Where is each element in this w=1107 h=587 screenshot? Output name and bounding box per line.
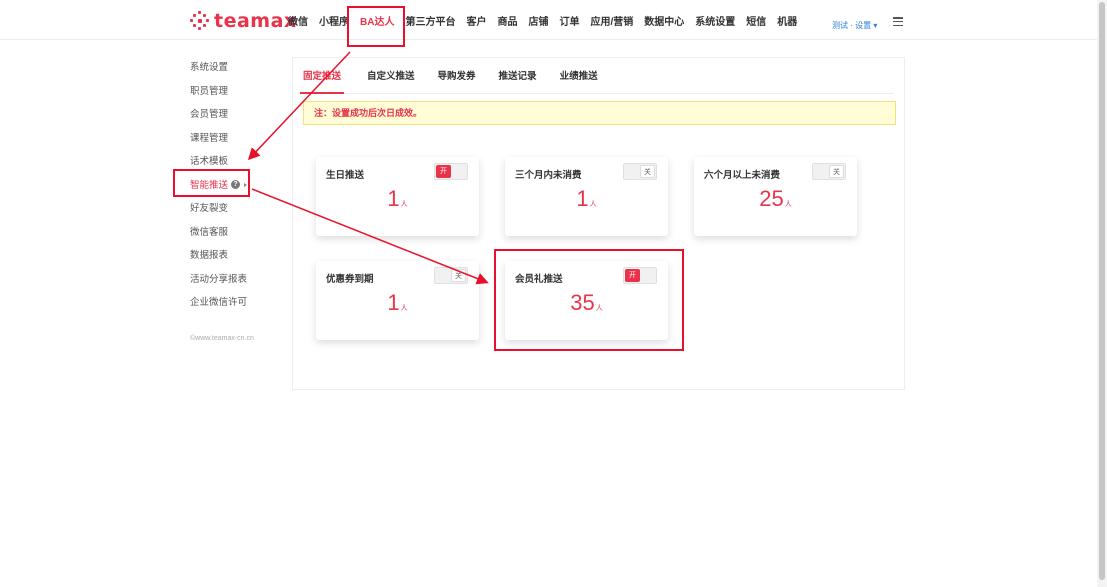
- user-settings-dropdown[interactable]: 测试 · 设置 ▾: [832, 20, 877, 31]
- sidebar-item-10[interactable]: 企业微信许可: [190, 293, 280, 317]
- count-unit: 人: [784, 201, 792, 208]
- tab-bar: 固定推送 自定义推送 导购发券 推送记录 业绩推送: [300, 70, 894, 94]
- sidebar-item-1[interactable]: 职员管理: [190, 82, 280, 106]
- scrollbar-thumb[interactable]: [1099, 2, 1105, 580]
- sidebar-item-label: 智能推送: [190, 179, 229, 191]
- sidebar-item-label: 好友裂变: [190, 203, 229, 214]
- nav-item-5[interactable]: 商品: [497, 13, 517, 28]
- push-toggle-switch[interactable]: 开: [623, 267, 657, 284]
- nav-item-6[interactable]: 店铺: [528, 13, 548, 28]
- tab-3[interactable]: 推送记录: [499, 70, 537, 94]
- logo[interactable]: teamax: [190, 10, 297, 32]
- push-toggle-switch[interactable]: 关: [812, 163, 846, 180]
- nav-item-11[interactable]: 短信: [746, 13, 766, 28]
- member-count: 1: [387, 290, 400, 315]
- nav-item-12[interactable]: 机器: [777, 13, 797, 28]
- main-nav: 微信 小程序 BA达人 第三方平台 客户 商品 店铺 订单 应用/营销 数据中心 系统设置 短信 机器: [288, 0, 808, 40]
- count-unit: 人: [400, 305, 408, 312]
- sidebar-item-9[interactable]: 活动分享报表: [190, 270, 280, 294]
- card-value: 1人: [316, 186, 479, 212]
- sidebar-item-4[interactable]: 话术模板: [190, 152, 280, 176]
- nav-item-7[interactable]: 订单: [559, 13, 579, 28]
- push-toggle-switch[interactable]: 关: [434, 267, 468, 284]
- push-card: 会员礼推送 开 35人: [505, 261, 668, 340]
- sidebar-item-label: 会员管理: [190, 109, 229, 120]
- scrollbar[interactable]: [1097, 0, 1107, 587]
- push-card: 六个月以上未消费 关 25人: [694, 157, 857, 236]
- help-icon[interactable]: ?: [231, 180, 241, 190]
- logo-text: teamax: [214, 10, 297, 32]
- notice-banner: 注：设置成功后次日成效。: [303, 101, 896, 125]
- tab-4[interactable]: 业绩推送: [560, 70, 598, 94]
- nav-item-10[interactable]: 系统设置: [695, 13, 735, 28]
- nav-item-8[interactable]: 应用/营销: [590, 13, 633, 28]
- push-toggle-switch[interactable]: 关: [623, 163, 657, 180]
- member-count: 1: [576, 186, 589, 211]
- card-value: 35人: [505, 290, 668, 316]
- sidebar-item-8[interactable]: 数据报表: [190, 246, 280, 270]
- nav-item-4[interactable]: 客户: [466, 13, 486, 28]
- toggle-knob: 关: [640, 165, 655, 178]
- sidebar-item-5[interactable]: 智能推送?: [190, 176, 280, 200]
- tab-2[interactable]: 导购发券: [438, 70, 476, 94]
- toggle-knob: 开: [436, 165, 451, 178]
- sidebar-item-3[interactable]: 课程管理: [190, 129, 280, 153]
- member-count: 35: [570, 290, 595, 315]
- card-title: 六个月以上未消费: [704, 170, 781, 181]
- toggle-knob: 关: [829, 165, 844, 178]
- card-title: 优惠券到期: [326, 274, 374, 285]
- nav-item-9[interactable]: 数据中心: [644, 13, 684, 28]
- push-card: 生日推送 开 1人: [316, 157, 479, 236]
- card-value: 1人: [316, 290, 479, 316]
- tab-1[interactable]: 自定义推送: [367, 70, 415, 94]
- member-count: 25: [759, 186, 784, 211]
- sidebar: 系统设置职员管理会员管理课程管理话术模板智能推送? 好友裂变微信客服数据报表活动分…: [190, 58, 280, 317]
- sidebar-item-label: 话术模板: [190, 156, 229, 167]
- nav-item-2[interactable]: BA达人: [360, 13, 394, 28]
- sidebar-item-label: 微信客服: [190, 226, 229, 238]
- tab-0[interactable]: 固定推送: [300, 70, 345, 94]
- sidebar-item-label: 活动分享报表: [190, 273, 248, 285]
- copyright: ©www.teamax-cn.cn: [190, 335, 254, 342]
- count-unit: 人: [589, 201, 597, 208]
- card-title: 会员礼推送: [515, 274, 563, 285]
- nav-item-3[interactable]: 第三方平台: [405, 13, 455, 28]
- menu-icon[interactable]: [893, 17, 903, 27]
- sidebar-item-7[interactable]: 微信客服: [190, 223, 280, 247]
- card-value: 25人: [694, 186, 857, 212]
- sidebar-item-0[interactable]: 系统设置: [190, 58, 280, 82]
- nav-item-0[interactable]: 微信: [288, 13, 308, 28]
- member-count: 1: [387, 186, 400, 211]
- sidebar-item-label: 职员管理: [190, 85, 229, 97]
- push-card: 优惠券到期 关 1人: [316, 261, 479, 340]
- caret-right-icon: [244, 182, 248, 187]
- card-value: 1人: [505, 186, 668, 212]
- sidebar-item-label: 课程管理: [190, 132, 229, 144]
- top-navbar: teamax 微信 小程序 BA达人 第三方平台 客户 商品 店铺 订单 应用/营销 数据中心 系统…: [0, 0, 1107, 40]
- sidebar-item-label: 系统设置: [190, 62, 229, 73]
- push-card: 三个月内未消费 关 1人: [505, 157, 668, 236]
- logo-sparkle-icon: [190, 11, 210, 31]
- sidebar-item-label: 企业微信许可: [190, 297, 248, 308]
- sidebar-item-6[interactable]: 好友裂变: [190, 199, 280, 223]
- card-title: 三个月内未消费: [515, 170, 582, 181]
- card-title: 生日推送: [326, 170, 365, 181]
- nav-item-1[interactable]: 小程序: [319, 13, 349, 28]
- sidebar-item-label: 数据报表: [190, 250, 229, 261]
- sidebar-item-2[interactable]: 会员管理: [190, 105, 280, 129]
- toggle-knob: 关: [451, 269, 466, 282]
- count-unit: 人: [595, 305, 603, 312]
- count-unit: 人: [400, 201, 408, 208]
- push-toggle-switch[interactable]: 开: [434, 163, 468, 180]
- toggle-knob: 开: [625, 269, 640, 282]
